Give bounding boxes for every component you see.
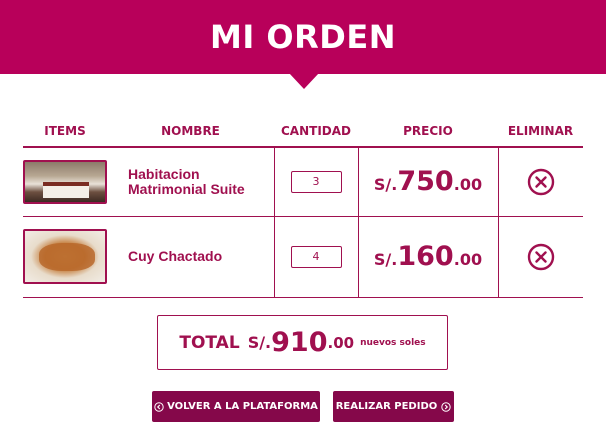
item-quantity-cell: 3	[273, 147, 358, 217]
page-title: MI ORDEN	[210, 18, 396, 56]
column-header-precio: PRECIO	[358, 116, 498, 148]
price-decimals: .00	[453, 175, 483, 195]
column-header-items: ITEMS	[23, 116, 107, 148]
header-bar: MI ORDEN	[0, 0, 606, 74]
item-price: S/.160.00	[359, 241, 498, 272]
item-image-cell	[23, 216, 107, 298]
order-total: TOTAL S/. 910.00 nuevos soles	[157, 315, 448, 370]
table-header-row: ITEMS NOMBRE CANTIDAD PRECIO ELIMINAR	[23, 116, 583, 148]
price-currency: S/.	[373, 175, 398, 195]
back-to-platform-button[interactable]: VOLVER A LA PLATAFORMA	[152, 391, 320, 422]
item-price-cell: S/.750.00	[357, 147, 498, 217]
header-pointer	[289, 73, 319, 89]
quantity-input[interactable]: 4	[290, 245, 342, 268]
total-currency: S/.	[247, 333, 272, 352]
chevron-left-circle-icon	[154, 401, 164, 412]
price-currency: S/.	[373, 250, 398, 269]
close-circle-icon[interactable]	[527, 168, 555, 196]
item-price: S/.750.00	[359, 166, 498, 197]
item-name: Habitacion Matrimonial Suite	[128, 165, 245, 197]
chevron-right-circle-icon	[441, 401, 451, 412]
total-decimals: .00	[327, 333, 355, 352]
total-label: TOTAL	[179, 332, 240, 353]
price-integer: 750	[397, 166, 454, 198]
price-integer: 160	[397, 241, 454, 272]
quantity-input[interactable]: 3	[290, 170, 342, 193]
food-shape	[39, 243, 95, 271]
place-order-button[interactable]: REALIZAR PEDIDO	[333, 391, 454, 422]
order-button-label: REALIZAR PEDIDO	[335, 401, 438, 412]
table-row: Cuy Chactado 4 S/.160.00	[23, 216, 583, 298]
hotel-room-thumbnail	[23, 159, 107, 204]
column-header-nombre: NOMBRE	[107, 116, 274, 148]
item-image-cell	[23, 147, 107, 217]
item-delete-cell	[497, 216, 583, 298]
price-decimals: .00	[453, 250, 483, 269]
item-delete-cell	[497, 147, 583, 217]
total-integer: 910	[271, 327, 328, 358]
item-name-cell: Habitacion Matrimonial Suite	[107, 147, 274, 217]
column-header-cantidad: CANTIDAD	[274, 116, 358, 148]
total-unit: nuevos soles	[360, 337, 426, 348]
item-name-cell: Cuy Chactado	[107, 216, 274, 298]
order-table: ITEMS NOMBRE CANTIDAD PRECIO ELIMINAR Ha…	[23, 116, 583, 298]
bed-shape	[43, 181, 89, 198]
table-row: Habitacion Matrimonial Suite 3 S/.750.00	[23, 147, 583, 217]
column-header-eliminar: ELIMINAR	[498, 116, 583, 148]
item-name: Cuy Chactado	[128, 248, 223, 264]
back-button-label: VOLVER A LA PLATAFORMA	[167, 401, 318, 412]
item-price-cell: S/.160.00	[357, 216, 498, 298]
close-circle-icon[interactable]	[527, 243, 555, 271]
cuy-chactado-thumbnail	[23, 229, 107, 284]
item-quantity-cell: 4	[273, 216, 358, 298]
